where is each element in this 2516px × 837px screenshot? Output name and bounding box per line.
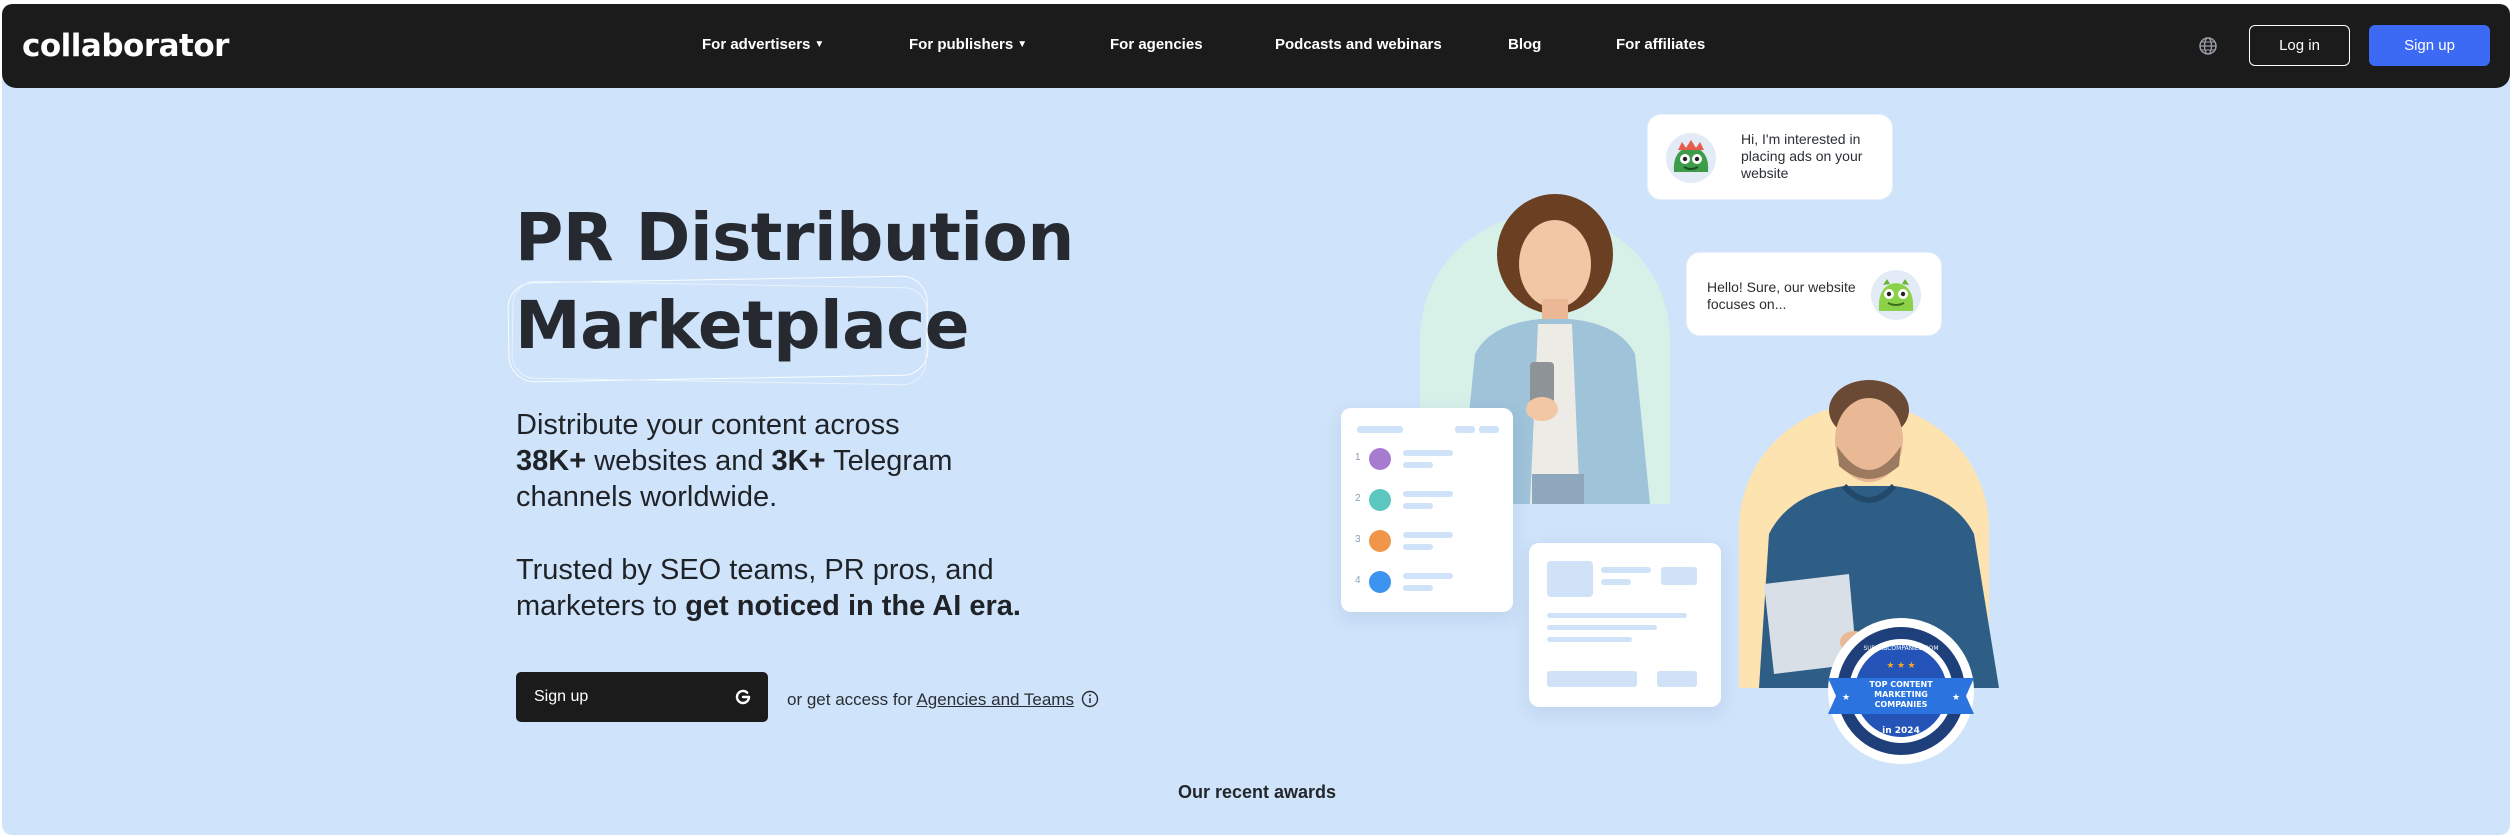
hero-title-line2: Marketplace — [515, 287, 970, 364]
desc-text: Distribute your content across — [516, 409, 900, 441]
list-dot — [1369, 571, 1391, 593]
badge-year: in 2024 — [1882, 726, 1920, 736]
logo[interactable]: collaborator — [22, 28, 229, 64]
access-prefix: or get access for — [787, 690, 917, 709]
caret-down-icon: ▼ — [814, 39, 825, 50]
chat-bubble-publisher: Hello! Sure, our website focuses on... — [1686, 252, 1942, 336]
hero-title: PR Distribution Marketplace — [515, 194, 1074, 370]
login-button[interactable]: Log in — [2249, 25, 2350, 66]
trust-text: marketers to — [516, 590, 686, 622]
hero-description: Distribute your content across 38K+ webs… — [516, 407, 1076, 515]
agencies-teams-link[interactable]: Agencies and Teams — [916, 690, 1074, 709]
top-navbar: collaborator For advertisers ▼ For publis… — [2, 4, 2510, 88]
badge-line3: COMPANIES — [1875, 700, 1928, 709]
content-preview-card — [1529, 543, 1721, 707]
list-number: 4 — [1355, 575, 1361, 586]
list-number: 2 — [1355, 493, 1361, 504]
nav-for-agencies[interactable]: For agencies — [1110, 36, 1203, 53]
list-dot — [1369, 530, 1391, 552]
signup-button-hero[interactable]: Sign up — [516, 672, 768, 722]
desc-websites-count: 38K+ — [516, 445, 587, 477]
chat-bubble-advertiser: Hi, I'm interested in placing ads on you… — [1647, 114, 1893, 200]
globe-icon[interactable] — [2198, 36, 2218, 56]
google-icon — [735, 689, 751, 705]
desc-text: channels worldwide. — [516, 481, 778, 513]
signup-button-nav[interactable]: Sign up — [2369, 25, 2490, 66]
badge-stars-icon: ★ ★ ★ — [1886, 660, 1915, 670]
badge-line1: TOP CONTENT — [1869, 680, 1933, 689]
chat-text-advertiser: Hi, I'm interested in placing ads on you… — [1741, 131, 1863, 181]
list-dot — [1369, 448, 1391, 470]
nav-podcasts-webinars[interactable]: Podcasts and webinars — [1275, 36, 1442, 53]
info-icon[interactable] — [1081, 690, 1099, 708]
desc-text: websites and — [586, 445, 772, 477]
trust-text: Trusted by SEO teams, PR pros, and — [516, 554, 994, 586]
award-badge: SUPERBCOMPANIES.COM TOP CONTENT MARKETIN… — [1828, 618, 1974, 764]
chat-text-publisher: Hello! Sure, our website focuses on... — [1707, 279, 1856, 312]
awards-title: Our recent awards — [1177, 782, 1337, 802]
green-monster-avatar — [1871, 270, 1921, 320]
caret-down-icon: ▼ — [1017, 39, 1028, 50]
badge-ring-text: SUPERBCOMPANIES.COM — [1863, 645, 1938, 652]
trust-bold-text: get noticed in the AI era. — [685, 590, 1021, 622]
nav-blog[interactable]: Blog — [1508, 36, 1541, 53]
badge-star-icon: ★ — [1842, 692, 1850, 702]
nav-for-advertisers[interactable]: For advertisers ▼ — [702, 36, 824, 53]
list-number: 1 — [1355, 452, 1361, 463]
list-number: 3 — [1355, 534, 1361, 545]
nav-for-affiliates[interactable]: For affiliates — [1616, 36, 1705, 53]
badge-line2: MARKETING — [1874, 690, 1928, 699]
hero-trust-text: Trusted by SEO teams, PR pros, and marke… — [516, 552, 1136, 624]
nav-label: For publishers — [909, 36, 1014, 53]
signup-button-label: Sign up — [534, 688, 589, 705]
nav-label: For advertisers — [702, 36, 811, 53]
nav-for-publishers[interactable]: For publishers ▼ — [909, 36, 1027, 53]
badge-star-icon: ★ — [1952, 692, 1960, 702]
ranking-list-card: 1 2 3 4 — [1341, 408, 1513, 612]
list-dot — [1369, 489, 1391, 511]
green-monster-avatar — [1666, 133, 1716, 183]
access-text: or get access for Agencies and Teams — [787, 690, 1074, 710]
page: collaborator For advertisers ▼ For publis… — [2, 4, 2510, 835]
desc-text: Telegram — [825, 445, 953, 477]
desc-telegram-count: 3K+ — [771, 445, 826, 477]
hero-title-line1: PR Distribution — [515, 199, 1074, 276]
